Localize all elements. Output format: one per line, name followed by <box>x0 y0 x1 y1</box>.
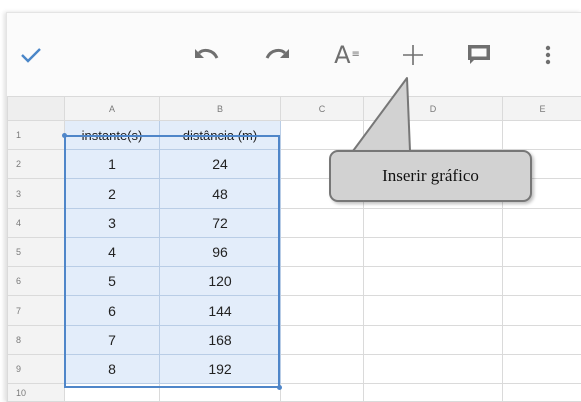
cell[interactable] <box>364 121 503 150</box>
column-header-d[interactable]: D <box>364 97 503 121</box>
row-header[interactable]: 9 <box>8 354 65 383</box>
table-row: 5 4 96 <box>8 237 581 266</box>
row-header[interactable]: 7 <box>8 296 65 325</box>
redo-icon[interactable] <box>257 13 297 96</box>
cell-b7[interactable]: 144 <box>160 296 281 325</box>
cell-b2[interactable]: 24 <box>160 150 281 179</box>
cell[interactable] <box>503 384 581 402</box>
text-format-glyph: A <box>334 41 350 69</box>
cell-a6[interactable]: 5 <box>65 267 160 296</box>
cell-a4[interactable]: 3 <box>65 208 160 237</box>
cell[interactable] <box>281 237 364 266</box>
cell-a2[interactable]: 1 <box>65 150 160 179</box>
cell-b4[interactable]: 72 <box>160 208 281 237</box>
row-header[interactable]: 6 <box>8 267 65 296</box>
cell[interactable] <box>281 267 364 296</box>
row-header[interactable]: 10 <box>8 384 65 402</box>
cell[interactable] <box>281 121 364 150</box>
table-row: 7 6 144 <box>8 296 581 325</box>
cell[interactable] <box>503 208 581 237</box>
sheet-grid: A B C D E 1 instante(s) distância (m) 2 … <box>7 96 581 402</box>
comment-icon[interactable] <box>459 13 499 96</box>
cell[interactable] <box>281 384 364 402</box>
cell-b3[interactable]: 48 <box>160 179 281 208</box>
cell[interactable] <box>364 267 503 296</box>
text-format-icon[interactable]: A≡ <box>327 13 367 96</box>
cell-a10[interactable] <box>65 384 160 402</box>
column-header-b[interactable]: B <box>160 97 281 121</box>
cell-b5[interactable]: 96 <box>160 237 281 266</box>
row-header[interactable]: 8 <box>8 325 65 354</box>
cell-a1[interactable]: instante(s) <box>65 121 160 150</box>
table-row: 4 3 72 <box>8 208 581 237</box>
cell-b8[interactable]: 168 <box>160 325 281 354</box>
cell[interactable] <box>503 267 581 296</box>
cell-b1[interactable]: distância (m) <box>160 121 281 150</box>
cell[interactable] <box>364 325 503 354</box>
row-header[interactable]: 4 <box>8 208 65 237</box>
cell[interactable] <box>364 384 503 402</box>
cell[interactable] <box>364 296 503 325</box>
cell-a7[interactable]: 6 <box>65 296 160 325</box>
column-header-c[interactable]: C <box>281 97 364 121</box>
insert-chart-tooltip: Inserir gráfico <box>329 150 532 202</box>
select-all-corner[interactable] <box>8 97 65 121</box>
row-header[interactable]: 1 <box>8 121 65 150</box>
cell-a3[interactable]: 2 <box>65 179 160 208</box>
column-header-a[interactable]: A <box>65 97 160 121</box>
cell[interactable] <box>503 325 581 354</box>
cell[interactable] <box>281 325 364 354</box>
cell[interactable] <box>281 296 364 325</box>
cell-a5[interactable]: 4 <box>65 237 160 266</box>
undo-icon[interactable] <box>187 13 227 96</box>
row-header[interactable]: 5 <box>8 237 65 266</box>
cell-a9[interactable]: 8 <box>65 354 160 383</box>
cell[interactable] <box>364 354 503 383</box>
table-row: 8 7 168 <box>8 325 581 354</box>
cell[interactable] <box>503 354 581 383</box>
toolbar: A≡ <box>7 13 581 97</box>
cell[interactable] <box>503 121 581 150</box>
cell[interactable] <box>503 296 581 325</box>
table-row: 6 5 120 <box>8 267 581 296</box>
more-vertical-icon[interactable] <box>533 13 563 96</box>
table-row: 10 <box>8 384 581 402</box>
row-header[interactable]: 3 <box>8 179 65 208</box>
cell[interactable] <box>503 237 581 266</box>
table-row: 1 instante(s) distância (m) <box>8 121 581 150</box>
cell-a8[interactable]: 7 <box>65 325 160 354</box>
row-header[interactable]: 2 <box>8 150 65 179</box>
cell[interactable] <box>281 354 364 383</box>
checkmark-icon[interactable] <box>13 13 49 96</box>
tooltip-text: Inserir gráfico <box>382 166 479 186</box>
column-header-e[interactable]: E <box>503 97 581 121</box>
table-row: 9 8 192 <box>8 354 581 383</box>
spreadsheet-window: A≡ A B C D E 1 instante(s) distância (m) <box>6 12 581 402</box>
cell[interactable] <box>281 208 364 237</box>
cell[interactable] <box>364 237 503 266</box>
cell-b10[interactable] <box>160 384 281 402</box>
cell-b6[interactable]: 120 <box>160 267 281 296</box>
cell-b9[interactable]: 192 <box>160 354 281 383</box>
plus-icon[interactable] <box>393 13 433 96</box>
cell[interactable] <box>364 208 503 237</box>
